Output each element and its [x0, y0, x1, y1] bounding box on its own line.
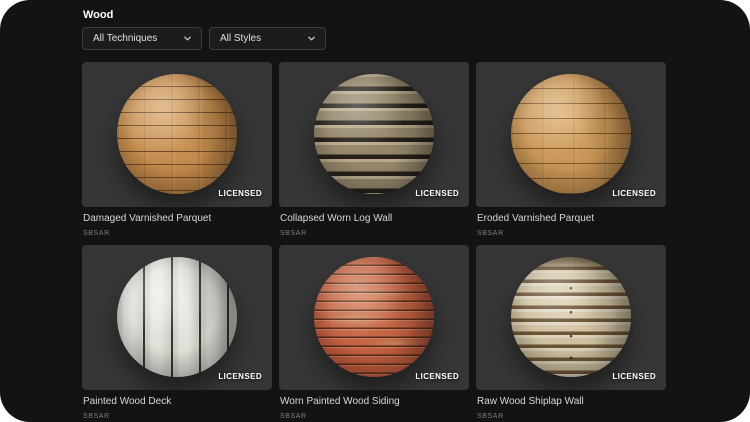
- material-card[interactable]: LICENSED Damaged Varnished Parquet SBSAR: [82, 62, 272, 245]
- material-grid: LICENSED Damaged Varnished Parquet SBSAR…: [82, 62, 750, 422]
- material-sphere-preview: [511, 256, 631, 377]
- licensed-badge: LICENSED: [218, 372, 262, 381]
- material-card[interactable]: LICENSED Painted Wood Deck SBSAR: [82, 245, 272, 422]
- material-sphere-preview: [117, 256, 237, 377]
- material-card[interactable]: LICENSED Worn Painted Wood Siding SBSAR: [279, 245, 469, 422]
- material-format: SBSAR: [280, 230, 307, 237]
- techniques-dropdown-value: All Techniques: [93, 32, 158, 44]
- material-card[interactable]: LICENSED Collapsed Worn Log Wall SBSAR: [279, 62, 469, 245]
- filter-bar: All Techniques All Styles: [82, 27, 750, 50]
- material-title: Eroded Varnished Parquet: [477, 213, 595, 224]
- material-title: Painted Wood Deck: [83, 396, 172, 407]
- material-thumbnail: LICENSED: [476, 245, 666, 390]
- material-format: SBSAR: [477, 413, 504, 420]
- licensed-badge: LICENSED: [415, 372, 459, 381]
- material-thumbnail: LICENSED: [279, 245, 469, 390]
- licensed-badge: LICENSED: [612, 189, 656, 198]
- material-sphere-preview: [117, 73, 237, 194]
- material-title: Collapsed Worn Log Wall: [280, 213, 393, 224]
- material-format: SBSAR: [280, 413, 307, 420]
- material-format: SBSAR: [83, 230, 110, 237]
- material-thumbnail: LICENSED: [82, 62, 272, 207]
- material-sphere-preview: [314, 73, 434, 194]
- material-sphere-preview: [511, 73, 631, 194]
- techniques-dropdown[interactable]: All Techniques: [82, 27, 202, 50]
- licensed-badge: LICENSED: [218, 189, 262, 198]
- licensed-badge: LICENSED: [415, 189, 459, 198]
- chevron-down-icon: [184, 36, 191, 41]
- licensed-badge: LICENSED: [612, 372, 656, 381]
- styles-dropdown[interactable]: All Styles: [209, 27, 326, 50]
- asset-browser-panel: Wood All Techniques All Styles LICENSED …: [0, 0, 750, 422]
- page-title: Wood: [83, 9, 114, 21]
- material-card[interactable]: LICENSED Eroded Varnished Parquet SBSAR: [476, 62, 666, 245]
- material-card[interactable]: LICENSED Raw Wood Shiplap Wall SBSAR: [476, 245, 666, 422]
- material-thumbnail: LICENSED: [476, 62, 666, 207]
- material-sphere-preview: [314, 256, 434, 377]
- styles-dropdown-value: All Styles: [220, 32, 262, 44]
- material-thumbnail: LICENSED: [82, 245, 272, 390]
- material-title: Raw Wood Shiplap Wall: [477, 396, 584, 407]
- material-title: Worn Painted Wood Siding: [280, 396, 400, 407]
- material-thumbnail: LICENSED: [279, 62, 469, 207]
- chevron-down-icon: [308, 36, 315, 41]
- material-title: Damaged Varnished Parquet: [83, 213, 212, 224]
- material-format: SBSAR: [477, 230, 504, 237]
- material-format: SBSAR: [83, 413, 110, 420]
